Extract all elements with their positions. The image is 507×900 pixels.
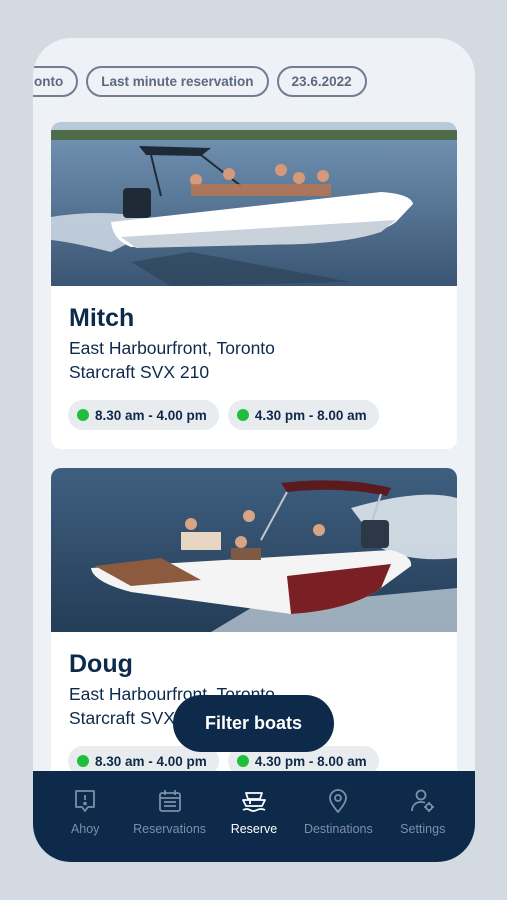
tab-label: Settings bbox=[400, 822, 446, 836]
time-slots: 8.30 am - 4.00 pm 4.30 pm - 8.00 am bbox=[68, 400, 379, 430]
boat-details: East Harbourfront, Toronto Starcraft SVX… bbox=[69, 336, 275, 384]
tab-label: Reserve bbox=[230, 822, 278, 836]
filter-chip-date[interactable]: 23.6.2022 bbox=[276, 66, 367, 97]
time-slot-label: 8.30 am - 4.00 pm bbox=[95, 407, 207, 423]
boat-icon bbox=[242, 792, 266, 812]
phone-screen: onto Last minute reservation 23.6.2022 M… bbox=[33, 38, 475, 862]
filter-chips: onto Last minute reservation 23.6.2022 bbox=[33, 66, 367, 97]
time-slot-label: 4.30 pm - 8.00 am bbox=[254, 753, 367, 769]
available-dot-icon bbox=[77, 409, 89, 421]
user-settings-icon bbox=[410, 789, 434, 812]
boat-location: East Harbourfront, Toronto bbox=[69, 338, 275, 358]
tab-label: Destinations bbox=[303, 822, 373, 836]
available-dot-icon bbox=[236, 755, 249, 767]
boat-model: Starcraft SVX 210 bbox=[69, 362, 210, 382]
tab-reservations[interactable]: Reservations bbox=[128, 771, 212, 862]
calendar-icon bbox=[158, 790, 181, 812]
available-dot-icon bbox=[77, 755, 89, 767]
filter-chip[interactable]: onto bbox=[33, 66, 79, 97]
location-pin-icon bbox=[329, 789, 348, 813]
tab-label: Ahoy bbox=[70, 822, 100, 836]
time-slot-label: 8.30 am - 4.00 pm bbox=[95, 753, 207, 769]
boat-name: Mitch bbox=[69, 304, 135, 332]
available-dot-icon bbox=[236, 409, 249, 421]
filter-boats-button[interactable]: Filter boats bbox=[173, 695, 334, 752]
boat-name: Doug bbox=[69, 650, 133, 678]
time-slot-label: 4.30 pm - 8.00 am bbox=[254, 407, 367, 423]
tab-settings[interactable]: Settings bbox=[381, 771, 465, 862]
bottom-tab-bar: Ahoy Reservations Reserve Destinations S… bbox=[33, 771, 475, 862]
boat-photo bbox=[51, 122, 457, 286]
tab-label: Reservations bbox=[133, 822, 207, 836]
time-slot[interactable]: 4.30 pm - 8.00 am bbox=[227, 400, 379, 430]
ahoy-icon bbox=[75, 790, 96, 812]
boat-card[interactable]: Mitch East Harbourfront, Toronto Starcra… bbox=[51, 122, 457, 449]
boat-photo bbox=[51, 468, 457, 632]
tab-destinations[interactable]: Destinations bbox=[296, 771, 380, 862]
filter-chip-last-minute[interactable]: Last minute reservation bbox=[86, 66, 269, 97]
tab-ahoy[interactable]: Ahoy bbox=[43, 771, 127, 862]
time-slot[interactable]: 8.30 am - 4.00 pm bbox=[68, 400, 219, 430]
tab-reserve[interactable]: Reserve bbox=[212, 771, 296, 862]
